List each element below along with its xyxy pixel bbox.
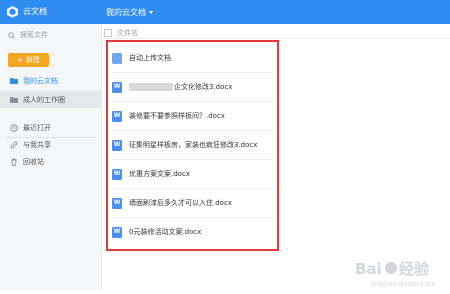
- sidebar: 搜索文件 + 新建 我的云文档 成人的工作圈 最近打开 与我共享 回收站: [0, 24, 102, 290]
- svg-text:经验: 经验: [399, 260, 430, 278]
- new-button[interactable]: + 新建: [8, 53, 49, 67]
- column-header-filename[interactable]: 文件名: [117, 28, 138, 38]
- svg-text:Bai: Bai: [355, 260, 382, 278]
- sidebar-item-label: 我的云文档: [23, 76, 58, 85]
- sidebar-item-label: 最近打开: [23, 123, 51, 132]
- folder-icon: [10, 78, 18, 84]
- top-bar: 云文档 我的云文档: [0, 0, 450, 24]
- sidebar-item-label: 回收站: [23, 157, 44, 166]
- sidebar-item-shared[interactable]: 与我共享: [0, 136, 101, 153]
- sidebar-item-label: 与我共享: [23, 140, 51, 149]
- search-placeholder: 搜索文件: [20, 31, 48, 39]
- highlight-frame: [106, 40, 279, 251]
- nav-title-dropdown[interactable]: 我的云文档: [106, 7, 153, 18]
- sidebar-item-recent[interactable]: 最近打开: [0, 119, 101, 136]
- select-all-checkbox[interactable]: [104, 29, 112, 37]
- plus-icon: +: [17, 56, 23, 64]
- new-button-label: 新建: [25, 56, 40, 64]
- trash-icon: [11, 158, 17, 166]
- sidebar-item-work-circle[interactable]: 成人的工作圈: [0, 91, 101, 108]
- clock-icon: [10, 123, 18, 132]
- app-logo[interactable]: 云文档: [6, 5, 47, 18]
- link-icon: [10, 141, 18, 148]
- search-icon: [8, 31, 15, 39]
- cloud-doc-icon: [6, 5, 19, 18]
- app-name: 云文档: [23, 7, 47, 16]
- chevron-down-icon: [149, 11, 153, 14]
- nav-title-label: 我的云文档: [106, 8, 146, 17]
- list-header: 文件名: [104, 28, 138, 38]
- svg-text:jingyan.baidu.com: jingyan.baidu.com: [370, 280, 436, 288]
- baidu-jingyan-watermark: Bai 经验 jingyan.baidu.com: [353, 256, 448, 290]
- team-folder-icon: [10, 97, 18, 103]
- header-divider: [101, 38, 450, 39]
- sidebar-item-label: 成人的工作圈: [23, 95, 65, 104]
- search-box[interactable]: 搜索文件: [8, 30, 48, 40]
- sidebar-item-trash[interactable]: 回收站: [0, 153, 101, 170]
- sidebar-item-my-docs[interactable]: 我的云文档: [0, 72, 101, 89]
